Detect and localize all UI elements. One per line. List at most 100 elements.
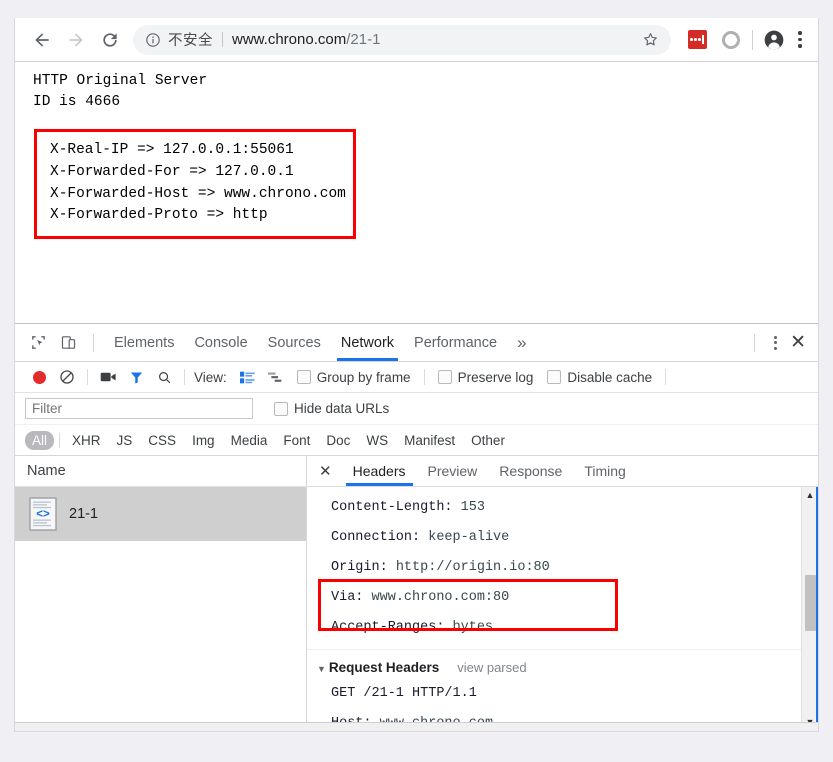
omnibox-divider [222,32,223,47]
search-button[interactable] [150,363,178,391]
devtools-menu-button[interactable] [765,335,786,350]
svg-text:<>: <> [36,509,50,521]
toolbar-sep-3 [423,369,425,385]
view-label: View: [194,369,227,385]
tab-headers[interactable]: Headers [342,457,417,486]
browser-toolbar: 不安全 www.chrono.com/21-1 [15,18,818,62]
tab-elements[interactable]: Elements [104,325,184,361]
filter-toggle-button[interactable] [122,363,150,391]
request-headers-section-title[interactable]: ▼ Request Headers view parsed [307,650,818,679]
list-view-button[interactable] [234,363,262,391]
list-view-icon [240,371,255,383]
details-close-button[interactable]: ✕ [313,462,342,480]
type-filter-js[interactable]: JS [110,431,140,450]
reload-button[interactable] [93,23,127,57]
type-filter-media[interactable]: Media [224,431,275,450]
tab-timing[interactable]: Timing [573,457,637,486]
tabbar-divider [93,333,94,352]
lastpass-extension-icon[interactable] [683,26,711,54]
filter-input[interactable] [25,398,253,419]
toolbar-sep-4 [665,369,667,385]
lastpass-badge [687,30,707,49]
capture-screenshots-button[interactable] [94,363,122,391]
forward-button[interactable] [59,23,93,57]
header-row: Content-Length: 153 [307,493,818,523]
type-filter-xhr[interactable]: XHR [65,431,108,450]
requests-pane: Name <> 21-1 [15,456,307,731]
disclosure-triangle-icon[interactable]: ▼ [317,664,326,674]
tab-performance[interactable]: Performance [404,325,507,361]
header-value: www.chrono.com:80 [371,590,510,605]
header-name: Connection: [331,530,421,545]
device-toolbar-icon[interactable] [53,328,83,358]
more-tabs-chevron-icon[interactable]: » [507,333,536,353]
checkbox-box [437,370,452,384]
hide-data-urls-checkbox[interactable]: Hide data URLs [267,401,396,416]
network-toolbar: View: Group by frame Preserve log Disabl… [15,362,818,393]
search-icon [158,371,170,383]
header-value: http://origin.io:80 [395,560,550,575]
waterfall-view-button[interactable] [262,363,290,391]
request-name: 21-1 [69,506,99,522]
header-name: Accept-Ranges: [331,620,445,635]
url-text: www.chrono.com/21-1 [232,31,637,48]
tab-response[interactable]: Response [488,457,573,486]
record-button[interactable] [25,363,53,391]
toolbar-sep-1 [87,369,88,385]
ring-icon [722,30,740,49]
clear-button[interactable] [53,363,81,391]
view-parsed-link[interactable]: view parsed [457,660,526,675]
header-value: 153 [460,500,485,515]
tabbar-divider-right [754,333,756,352]
chrome-menu-button[interactable] [788,26,812,54]
group-by-frame-checkbox[interactable]: Group by frame [290,370,418,385]
page-header-line: X-Forwarded-For => 127.0.0.1 [50,163,294,180]
tab-network[interactable]: Network [331,325,404,361]
page-header-line: X-Real-IP => 127.0.0.1:55061 [50,142,294,158]
document-code-icon: <> [29,497,57,531]
bookmark-star-icon[interactable] [637,27,663,53]
info-circle-icon[interactable] [145,32,161,48]
header-value: bytes [452,620,494,635]
table-row[interactable]: <> 21-1 [15,487,306,541]
profile-avatar[interactable] [760,26,788,54]
header-row: Connection: keep-alive [307,523,818,553]
group-by-frame-label: Group by frame [316,369,411,385]
tab-preview[interactable]: Preview [417,457,489,486]
toolbar-divider [752,29,753,50]
type-filter-img[interactable]: Img [185,431,222,450]
scroll-up-arrow-icon[interactable]: ▲ [806,487,815,504]
request-details-pane: ✕ Headers Preview Response Timing Conten… [307,456,818,731]
type-filter-all[interactable]: All [25,430,55,450]
type-filter-font[interactable]: Font [276,431,317,450]
scrollbar-thumb[interactable] [805,575,816,631]
page-content: HTTP Original Server ID is 4666 X-Real-I… [33,71,356,239]
disable-cache-label: Disable cache [567,369,653,385]
page-viewport: HTTP Original Server ID is 4666 X-Real-I… [15,62,818,322]
tab-console[interactable]: Console [184,325,257,361]
page-line-2: ID is 4666 [33,94,121,111]
type-filter-other[interactable]: Other [464,431,512,450]
tab-sources[interactable]: Sources [258,325,331,361]
header-row-highlighted: Via: www.chrono.com:80 [307,583,818,613]
type-filter-doc[interactable]: Doc [319,431,357,450]
devtools-close-button[interactable]: ✕ [786,333,818,352]
preserve-log-checkbox[interactable]: Preserve log [431,370,541,385]
header-name: Content-Length: [331,500,453,515]
type-filter-ws[interactable]: WS [359,431,395,450]
reload-icon [103,32,117,47]
second-extension-icon[interactable] [717,26,745,54]
address-bar[interactable]: 不安全 www.chrono.com/21-1 [133,24,671,55]
section-title-text: Request Headers [328,660,440,675]
back-button[interactable] [25,23,59,57]
header-row-highlighted: Origin: http://origin.io:80 [307,553,818,583]
type-filter-manifest[interactable]: Manifest [397,431,462,450]
security-status-text: 不安全 [168,33,213,49]
request-line: GET /21-1 HTTP/1.1 [307,679,818,709]
type-filter-css[interactable]: CSS [141,431,183,450]
devtools-panel: Elements Console Sources Network Perform… [15,323,818,731]
inspect-element-icon[interactable] [23,328,53,358]
checkbox-box [274,401,288,416]
disable-cache-checkbox[interactable]: Disable cache [540,370,659,385]
page-highlight-box: X-Real-IP => 127.0.0.1:55061 X-Forwarded… [34,129,356,239]
